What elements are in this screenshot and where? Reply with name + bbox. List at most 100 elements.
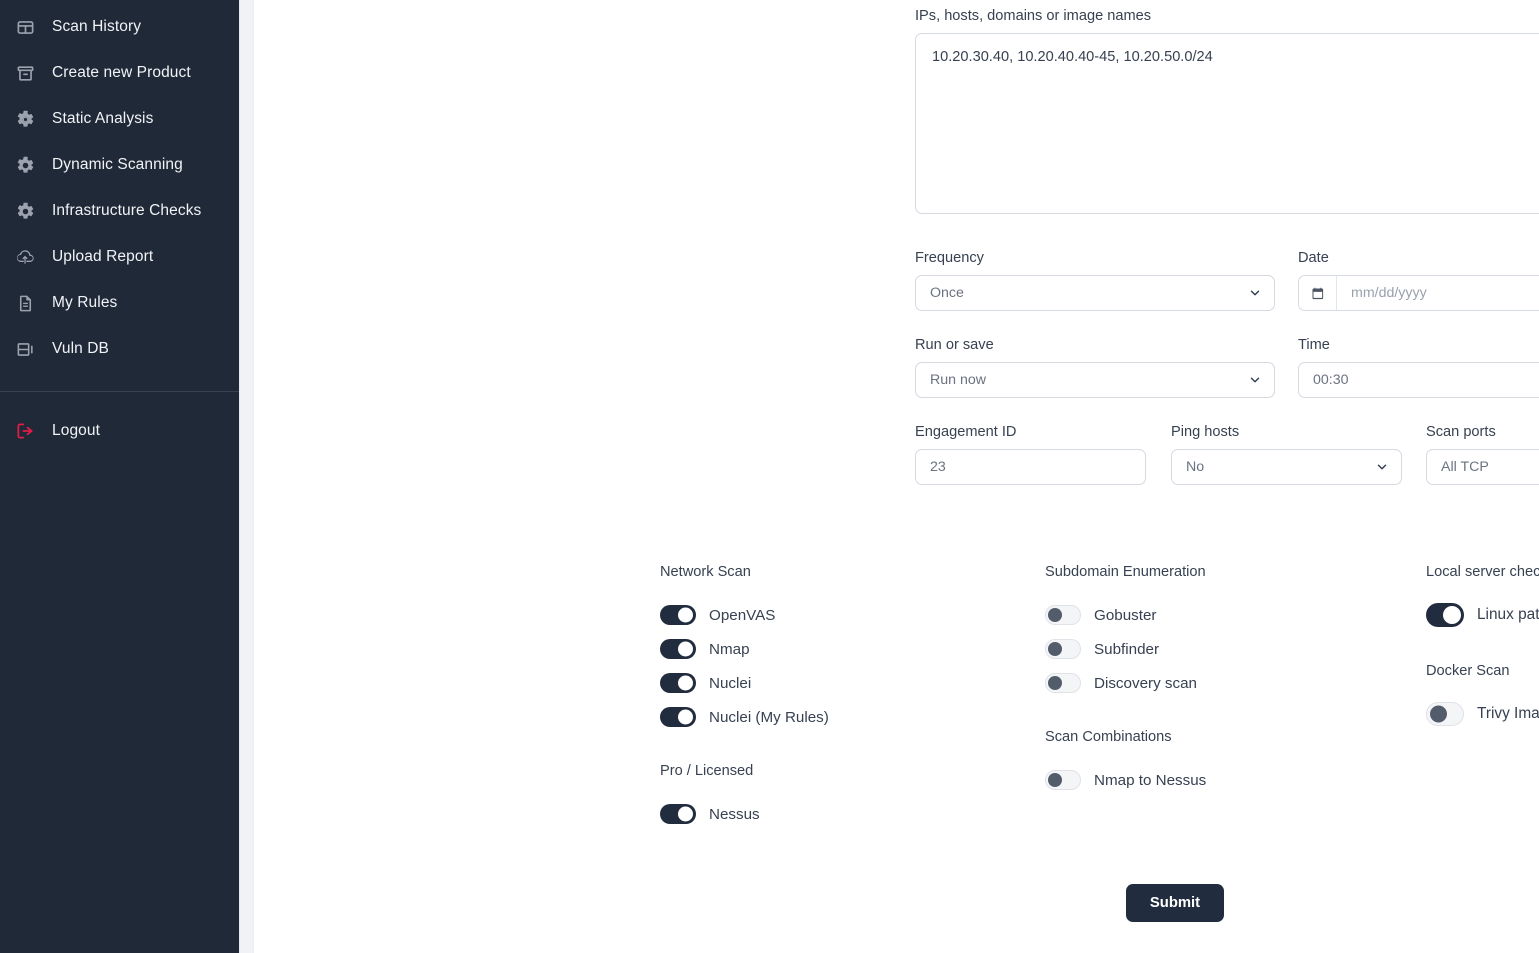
sidebar-item-label: Upload Report: [52, 248, 154, 265]
sidebar-item-label: Scan History: [52, 18, 142, 35]
toggle-nuclei[interactable]: [660, 673, 696, 693]
toggle-knob: [1048, 608, 1062, 622]
toggle-row-trivy-image[interactable]: Trivy Image (name:tag): [1426, 697, 1539, 731]
toggle-row-nmap-to-nessus[interactable]: Nmap to Nessus: [1045, 763, 1206, 797]
toggle-knob: [678, 641, 693, 657]
toggle-trivy-image[interactable]: [1426, 702, 1464, 726]
toggle-label: Gobuster: [1094, 606, 1157, 624]
scan-ports-label: Scan ports: [1426, 424, 1496, 440]
chevron-down-icon: [1375, 460, 1389, 474]
toggle-row-nmap[interactable]: Nmap: [660, 632, 829, 666]
toggle-row-nuclei-my-rules[interactable]: Nuclei (My Rules): [660, 700, 829, 734]
ping-hosts-select[interactable]: No: [1171, 449, 1402, 485]
toggle-linux-patching[interactable]: [1426, 603, 1464, 627]
toggle-openvas[interactable]: [660, 605, 696, 625]
scan-ports-field-group: Scan ports All TCP: [1426, 424, 1539, 485]
sidebar-item-static-analysis[interactable]: Static Analysis: [0, 96, 239, 142]
sidebar-item-vuln-db[interactable]: Vuln DB: [0, 326, 239, 372]
engagement-id-field-group: Engagement ID: [915, 424, 1146, 485]
toggle-row-nuclei[interactable]: Nuclei: [660, 666, 829, 700]
page-scrollbar[interactable]: [239, 0, 254, 953]
cloud-upload-icon: [14, 246, 36, 268]
submit-button[interactable]: Submit: [1125, 884, 1225, 922]
gear-icon: [14, 154, 36, 176]
toggle-label: Linux patching: [1477, 606, 1539, 623]
document-icon: [14, 292, 36, 314]
toggle-knob: [678, 675, 693, 691]
ping-hosts-label: Ping hosts: [1171, 424, 1240, 440]
sidebar-item-label: Infrastructure Checks: [52, 202, 202, 219]
toggle-row-nessus[interactable]: Nessus: [660, 797, 829, 831]
time-label: Time: [1298, 337, 1330, 353]
sidebar-item-my-rules[interactable]: My Rules: [0, 280, 239, 326]
toggle-label: Discovery scan: [1094, 674, 1197, 692]
toggle-subfinder[interactable]: [1045, 639, 1081, 659]
toggle-gobuster[interactable]: [1045, 605, 1081, 625]
scan-ports-select[interactable]: All TCP: [1426, 449, 1539, 485]
calendar-icon[interactable]: [1299, 276, 1337, 310]
toggle-row-subfinder[interactable]: Subfinder: [1045, 632, 1206, 666]
toggle-label: Nessus: [709, 805, 760, 823]
toggle-nessus[interactable]: [660, 804, 696, 824]
sidebar: Scan History Create new Product Static A…: [0, 0, 239, 953]
sidebar-item-logout[interactable]: Logout: [0, 408, 239, 454]
gear-icon: [14, 200, 36, 222]
toggle-knob: [678, 709, 693, 725]
app-root: Scan History Create new Product Static A…: [0, 0, 1539, 953]
targets-label: IPs, hosts, domains or image names: [915, 8, 1152, 24]
group-title-local-server-checks: Local server checks:: [1426, 564, 1539, 580]
sidebar-item-dynamic-scanning[interactable]: Dynamic Scanning: [0, 142, 239, 188]
gear-icon: [14, 108, 36, 130]
toggle-row-gobuster[interactable]: Gobuster: [1045, 598, 1206, 632]
run-or-save-value: Run now: [930, 372, 986, 388]
frequency-field-group: Frequency Once: [915, 250, 1275, 311]
toggle-row-linux-patching[interactable]: Linux patching: [1426, 598, 1539, 632]
sidebar-item-label: Static Analysis: [52, 110, 154, 127]
ping-hosts-field-group: Ping hosts No: [1171, 424, 1402, 485]
options-column-subdomain: Subdomain Enumeration Gobuster Subfinder…: [1045, 564, 1206, 797]
frequency-select[interactable]: Once: [915, 275, 1275, 311]
sidebar-item-scan-history[interactable]: Scan History: [0, 4, 239, 50]
sidebar-item-upload-report[interactable]: Upload Report: [0, 234, 239, 280]
sidebar-item-label: Logout: [52, 422, 101, 439]
sidebar-item-label: Dynamic Scanning: [52, 156, 183, 173]
sidebar-item-create-new-product[interactable]: Create new Product: [0, 50, 239, 96]
toggle-row-openvas[interactable]: OpenVAS: [660, 598, 829, 632]
toggle-knob: [1048, 676, 1062, 690]
toggle-label: Nmap to Nessus: [1094, 771, 1207, 789]
date-input[interactable]: [1337, 276, 1539, 310]
toggle-discovery-scan[interactable]: [1045, 673, 1081, 693]
engagement-id-input[interactable]: [930, 459, 1131, 475]
date-label: Date: [1298, 250, 1329, 266]
group-title-pro-licensed: Pro / Licensed: [660, 763, 754, 779]
run-or-save-label: Run or save: [915, 337, 994, 353]
toggle-label: Nuclei (My Rules): [709, 708, 829, 726]
sidebar-item-infrastructure-checks[interactable]: Infrastructure Checks: [0, 188, 239, 234]
toggle-nmap-to-nessus[interactable]: [1045, 770, 1081, 790]
toggle-nmap[interactable]: [660, 639, 696, 659]
engagement-id-label: Engagement ID: [915, 424, 1017, 440]
toggle-row-discovery-scan[interactable]: Discovery scan: [1045, 666, 1206, 700]
options-column-local-docker: Local server checks: Linux patching Dock…: [1426, 564, 1539, 731]
scan-ports-value: All TCP: [1441, 459, 1489, 475]
time-select[interactable]: 00:30: [1298, 362, 1539, 398]
chevron-down-icon: [1248, 286, 1262, 300]
toggle-label: OpenVAS: [709, 606, 776, 624]
group-title-subdomain-enumeration: Subdomain Enumeration: [1045, 564, 1206, 580]
toggle-label: Nuclei: [709, 674, 752, 692]
toggle-label: Trivy Image (name:tag): [1477, 705, 1539, 722]
group-title-docker-scan: Docker Scan: [1426, 663, 1510, 679]
toggle-knob: [678, 607, 693, 623]
main-content: IPs, hosts, domains or image names Frequ…: [254, 0, 1539, 953]
database-icon: [14, 338, 36, 360]
chevron-down-icon: [1248, 373, 1262, 387]
sidebar-item-label: Vuln DB: [52, 340, 109, 357]
logout-icon: [14, 420, 36, 442]
run-or-save-select[interactable]: Run now: [915, 362, 1275, 398]
sidebar-divider: [0, 391, 239, 392]
options-column-network: Network Scan OpenVAS Nmap Nuclei Nuclei …: [660, 564, 829, 831]
frequency-label: Frequency: [915, 250, 984, 266]
targets-input[interactable]: [915, 33, 1539, 214]
toggle-knob: [1048, 642, 1062, 656]
toggle-nuclei-my-rules[interactable]: [660, 707, 696, 727]
